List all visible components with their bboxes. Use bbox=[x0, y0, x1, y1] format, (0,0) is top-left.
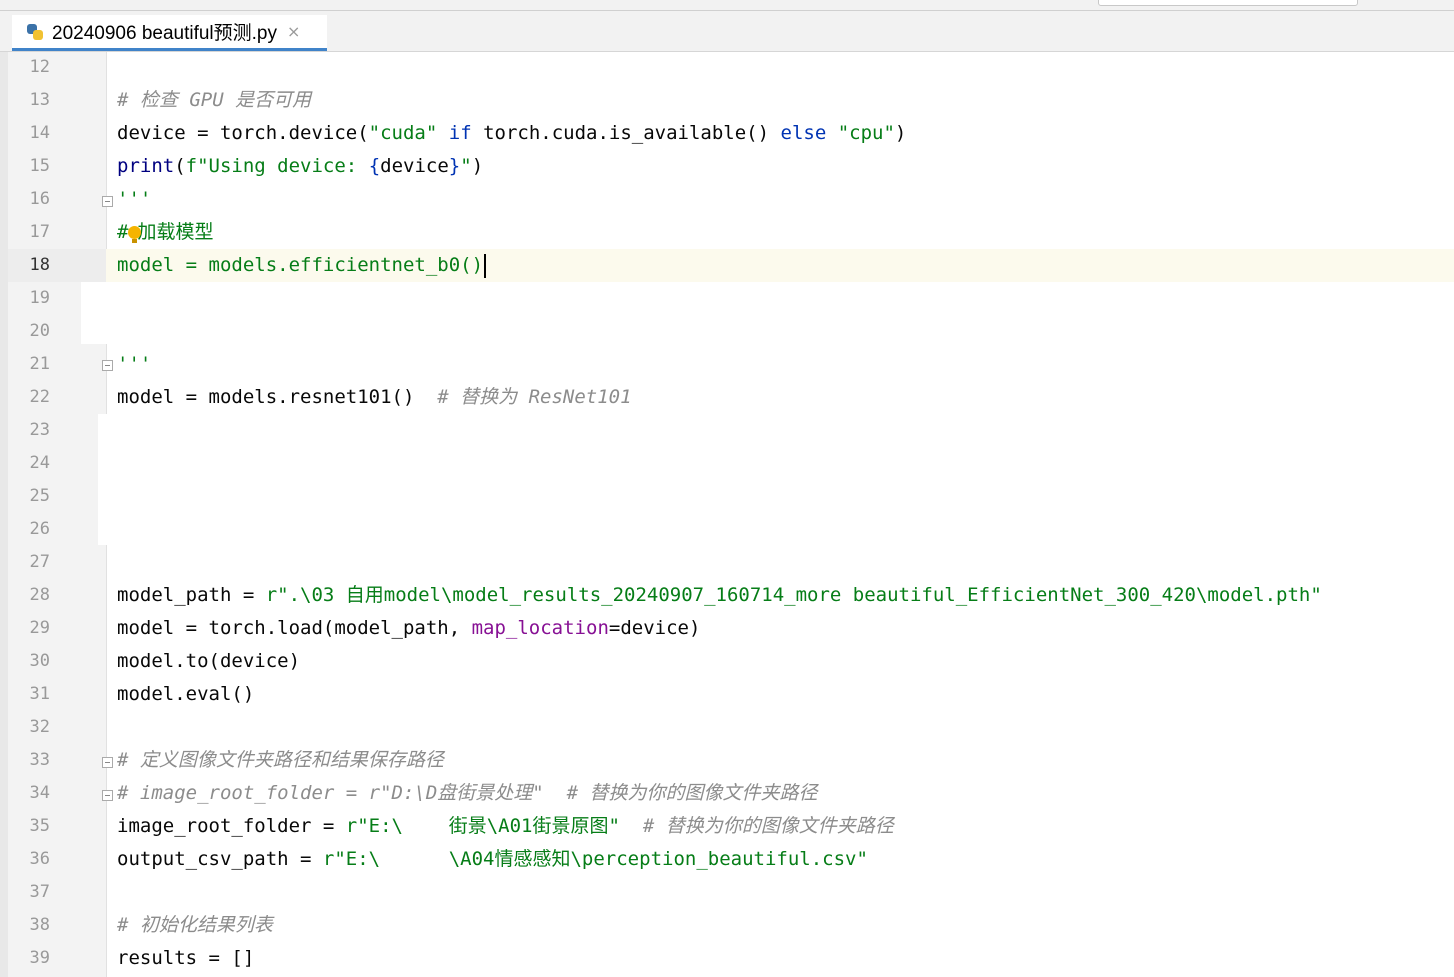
code-line-38: # 初始化结果列表 bbox=[117, 914, 273, 936]
line-number: 29 bbox=[29, 618, 50, 638]
line-number: 30 bbox=[29, 651, 50, 671]
line-number: 32 bbox=[29, 717, 50, 737]
line-number: 17 bbox=[29, 222, 50, 242]
fold-marker-icon[interactable] bbox=[102, 196, 113, 207]
line-number: 23 bbox=[29, 420, 50, 440]
line-number: 12 bbox=[29, 57, 50, 77]
code-line-33: # 定义图像文件夹路径和结果保存路径 bbox=[117, 749, 444, 771]
line-number: 21 bbox=[29, 354, 50, 374]
tab-title: 20240906 beautiful预测.py bbox=[52, 23, 277, 44]
code-line-34: # image_root_folder = r"D:\D盘街景处理" # 替换为… bbox=[117, 782, 818, 804]
left-edge bbox=[0, 52, 8, 977]
code-line-15: print(f"Using device: {device}") bbox=[117, 155, 484, 177]
code-line-31: model.eval() bbox=[117, 683, 255, 705]
code-line-14: device = torch.device("cuda" if torch.cu… bbox=[117, 122, 907, 144]
close-icon[interactable]: × bbox=[287, 22, 300, 41]
line-number: 15 bbox=[29, 156, 50, 176]
code-line-21: ''' bbox=[117, 353, 152, 375]
code-line-16: ''' bbox=[117, 188, 152, 210]
line-number: 28 bbox=[29, 585, 50, 605]
line-number: 19 bbox=[29, 288, 50, 308]
line-number: 25 bbox=[29, 486, 50, 506]
line-number: 22 bbox=[29, 387, 50, 407]
tab-file[interactable]: 20240906 beautiful预测.py × bbox=[12, 15, 327, 51]
code-line-28: model_path = r".\03 自用model\model_result… bbox=[117, 584, 1322, 606]
code-line-30: model.to(device) bbox=[117, 650, 301, 672]
code-line-22: model = models.resnet101() # 替换为 ResNet1… bbox=[117, 386, 632, 408]
code-line-18: model = models.efficientnet_b0() bbox=[117, 249, 487, 282]
line-number: 31 bbox=[29, 684, 50, 704]
occlusion-block bbox=[98, 414, 108, 545]
line-number: 33 bbox=[29, 750, 50, 770]
code-line-35: image_root_folder = r"E:\ 街景\A01街景原图" # … bbox=[117, 815, 894, 837]
text-caret bbox=[484, 253, 487, 278]
python-file-icon bbox=[26, 23, 44, 41]
line-number: 18 bbox=[29, 255, 50, 275]
fold-marker-icon[interactable] bbox=[102, 757, 113, 768]
code-line-29: model = torch.load(model_path, map_locat… bbox=[117, 617, 701, 639]
top-toolbar-strip bbox=[0, 0, 1454, 11]
code-line-36: output_csv_path = r"E:\ \A04情感感知\percept… bbox=[117, 848, 868, 870]
line-number: 13 bbox=[29, 90, 50, 110]
line-number: 14 bbox=[29, 123, 50, 143]
line-number: 24 bbox=[29, 453, 50, 473]
line-number: 16 bbox=[29, 189, 50, 209]
code-line-39: results = [] bbox=[117, 947, 255, 969]
line-number: 39 bbox=[29, 948, 50, 968]
line-number: 35 bbox=[29, 816, 50, 836]
line-number: 37 bbox=[29, 882, 50, 902]
code-line-13: # 检查 GPU 是否可用 bbox=[117, 89, 312, 111]
code-line-17: # 加载模型 bbox=[117, 221, 214, 243]
occlusion-block bbox=[81, 282, 108, 344]
line-number: 26 bbox=[29, 519, 50, 539]
toolbar-search-field[interactable] bbox=[1098, 0, 1358, 6]
editor-tab-bar: 20240906 beautiful预测.py × bbox=[0, 11, 1454, 52]
fold-marker-icon[interactable] bbox=[102, 790, 113, 801]
line-number: 38 bbox=[29, 915, 50, 935]
line-number: 27 bbox=[29, 552, 50, 572]
line-number: 20 bbox=[29, 321, 50, 341]
line-number: 36 bbox=[29, 849, 50, 869]
fold-marker-icon[interactable] bbox=[102, 360, 113, 371]
line-number: 34 bbox=[29, 783, 50, 803]
